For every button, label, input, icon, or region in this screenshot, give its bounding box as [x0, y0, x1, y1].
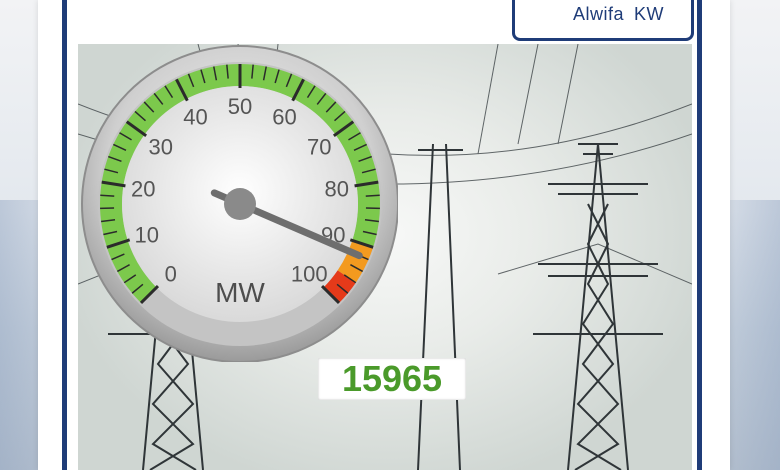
tick-label: 60: [272, 105, 296, 130]
minor-tick: [100, 194, 115, 197]
tick-label: 30: [148, 134, 172, 159]
power-gauge: 010203040 50 60708090100 MW: [81, 45, 398, 362]
logo-name: Alwifa: [573, 4, 625, 24]
gauge-reading: 15965: [318, 358, 466, 400]
tick-label: 40: [183, 105, 207, 130]
needle-hub: [224, 188, 256, 220]
tick-label: 100: [291, 261, 328, 286]
tick-label: 80: [325, 177, 349, 202]
post-card: Alwifa KW 0 10 20 30 40 50 60 70 80 90 1…: [38, 0, 730, 470]
minor-tick: [365, 194, 380, 197]
tick-label: 70: [307, 134, 331, 159]
tick-label: 0: [165, 261, 177, 286]
logo-suffix: KW: [634, 4, 665, 24]
right-tower-icon: [533, 143, 663, 470]
tick-label: 50: [228, 94, 252, 119]
center-tower-icon: [417, 143, 463, 470]
tick-label: 10: [135, 222, 159, 247]
gauge-unit: MW: [215, 277, 265, 308]
brand-logo[interactable]: Alwifa KW: [512, 0, 694, 41]
power-lines-photo: 0 10 20 30 40 50 60 70 80 90 100 MW: [78, 44, 692, 470]
tick-label: 20: [131, 177, 155, 202]
